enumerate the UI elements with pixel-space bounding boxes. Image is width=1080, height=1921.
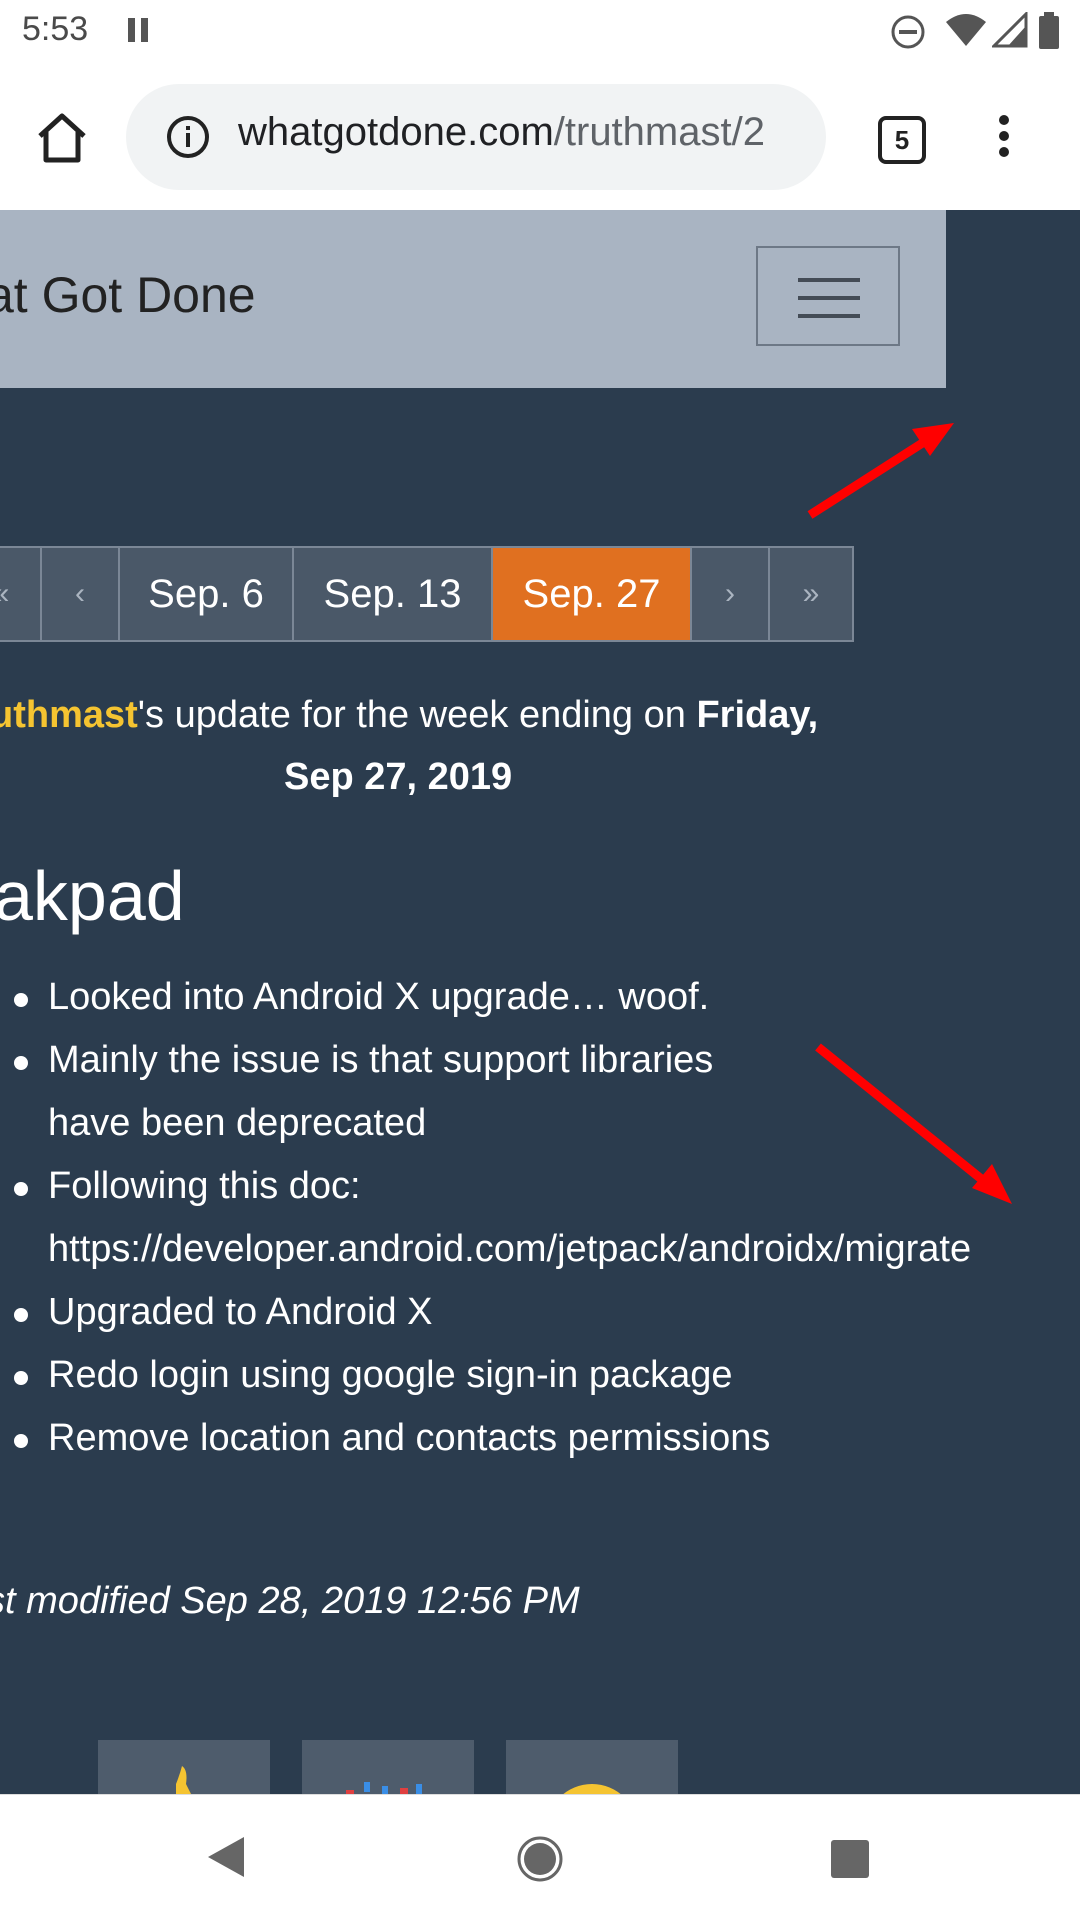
android-nav-bar xyxy=(0,1794,1080,1921)
home-button-icon[interactable] xyxy=(516,1835,564,1883)
back-icon[interactable] xyxy=(206,1835,246,1879)
recents-icon[interactable] xyxy=(830,1839,870,1879)
annotation-arrows xyxy=(807,423,1012,1204)
arrow-up-right-icon xyxy=(807,423,954,519)
arrow-down-right-icon xyxy=(815,1043,1012,1204)
